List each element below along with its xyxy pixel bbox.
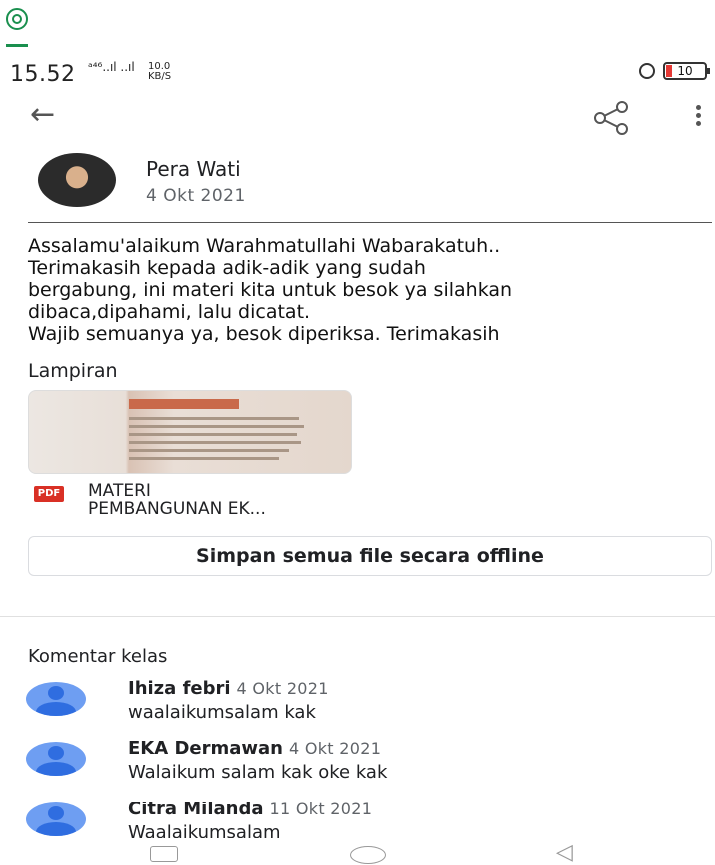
comment-text: waalaikumsalam kak xyxy=(128,702,316,723)
signal-icon: ᵃ⁴⁶..ıl ..ıl xyxy=(88,60,135,74)
comment-author: Citra Milanda 11 Okt 2021 xyxy=(128,802,372,819)
attachment-thumbnail[interactable] xyxy=(28,390,352,474)
file-name-line2: PEMBANGUNAN EK... xyxy=(88,499,266,519)
status-right: 10 xyxy=(639,62,710,80)
comment-date: 4 Okt 2021 xyxy=(236,679,329,698)
file-name-line1: MATERI xyxy=(88,481,151,501)
comment-author-name: Ihiza febri xyxy=(128,678,231,699)
comment-author-name: EKA Dermawan xyxy=(128,738,283,759)
home-button[interactable] xyxy=(350,846,386,864)
comment-author: Ihiza febri 4 Okt 2021 xyxy=(128,678,329,699)
save-offline-button[interactable]: Simpan semua file secara offline xyxy=(28,536,712,576)
post-date: 4 Okt 2021 xyxy=(146,186,246,206)
comment-date: 11 Okt 2021 xyxy=(269,802,373,818)
classroom-logo-icon xyxy=(6,8,28,30)
network-speed: 10.0 KB/S xyxy=(148,62,171,82)
user-avatar-icon xyxy=(26,742,86,776)
comment-date: 4 Okt 2021 xyxy=(288,739,382,758)
status-time: 15.52 xyxy=(10,62,76,87)
attachment-file-name[interactable]: MATERI PEMBANGUNAN EK... xyxy=(88,482,348,518)
user-avatar-icon xyxy=(26,682,86,716)
share-icon xyxy=(594,101,628,135)
comments-title: Komentar kelas xyxy=(28,646,168,667)
comment-item: EKA Dermawan 4 Okt 2021 Walaikum salam ka… xyxy=(0,738,715,798)
share-button[interactable] xyxy=(592,100,632,136)
divider xyxy=(28,222,712,223)
battery-icon: 10 xyxy=(663,62,710,80)
author-name: Pera Wati xyxy=(146,157,241,181)
comment-author: EKA Dermawan 4 Okt 2021 xyxy=(128,738,381,759)
comment-author-name: Citra Milanda xyxy=(128,802,264,819)
nav-back-button[interactable]: ◁ xyxy=(556,840,573,865)
comment-text: Waalaikumsalam xyxy=(128,822,281,838)
back-button[interactable]: ← xyxy=(30,100,70,132)
comment-text: Walaikum salam kak oke kak xyxy=(128,762,388,783)
comment-item: Ihiza febri 4 Okt 2021 waalaikumsalam kak xyxy=(0,678,715,738)
pdf-icon: PDF xyxy=(34,486,64,502)
active-tab-indicator xyxy=(6,44,28,47)
more-options-button[interactable] xyxy=(688,102,708,138)
battery-level: 10 xyxy=(677,64,693,78)
post-body: Assalamu'alaikum Warahmatullahi Wabaraka… xyxy=(28,235,513,345)
more-vert-icon xyxy=(688,105,708,126)
attachments-title: Lampiran xyxy=(28,360,118,382)
divider xyxy=(0,616,715,617)
author-avatar xyxy=(38,153,116,207)
network-speed-unit: KB/S xyxy=(148,71,172,82)
system-nav-bar: ◁ xyxy=(0,840,715,865)
alarm-icon xyxy=(639,63,655,79)
arrow-left-icon: ← xyxy=(30,97,56,132)
recents-button[interactable] xyxy=(150,846,178,862)
user-avatar-icon xyxy=(26,802,86,836)
comment-item: Citra Milanda 11 Okt 2021 Waalaikumsalam xyxy=(0,802,715,838)
